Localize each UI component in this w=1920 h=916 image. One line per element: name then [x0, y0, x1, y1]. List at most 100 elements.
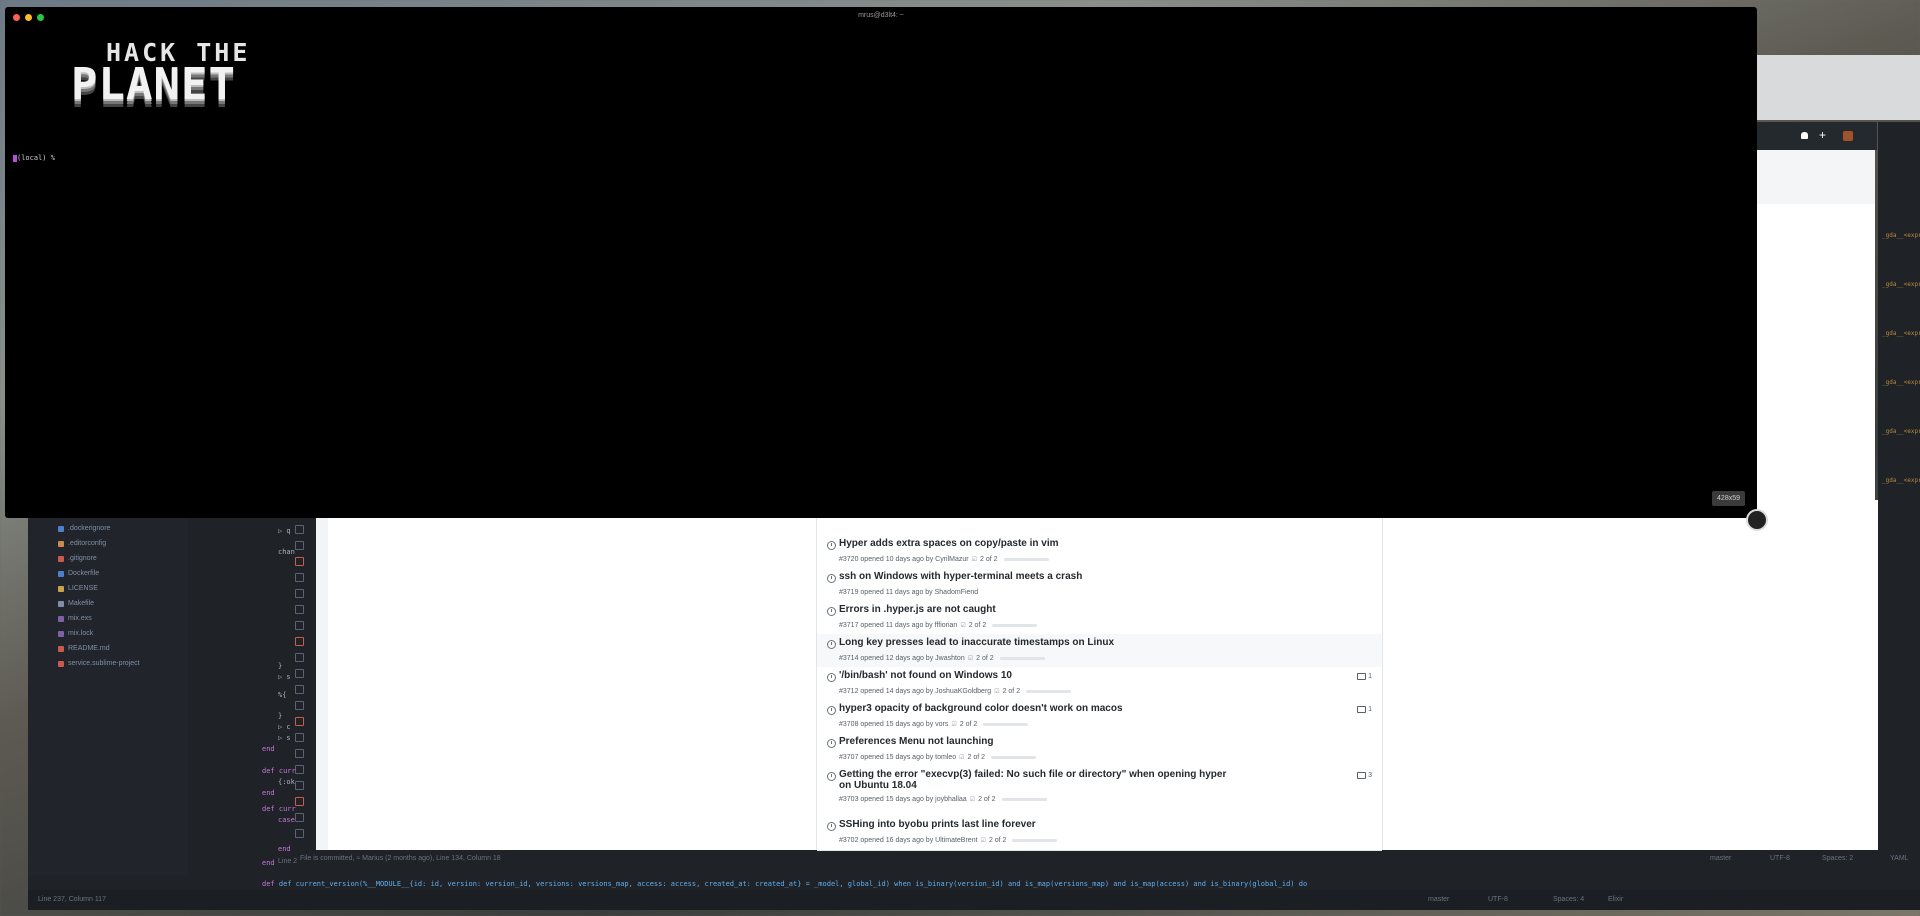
issue-title[interactable]: Long key presses lead to inaccurate time…: [839, 637, 1239, 648]
issue-row[interactable]: Errors in .hyper.js are not caught #3717 …: [817, 601, 1382, 635]
file-name: .dockerignore: [68, 525, 111, 532]
issue-title[interactable]: Hyper adds extra spaces on copy/paste in…: [839, 538, 1239, 549]
comment-count-text: 3: [1368, 772, 1372, 779]
task-progress: 2 of 2: [1002, 688, 1021, 695]
file-tree-item[interactable]: mix.exs: [58, 615, 92, 622]
bell-icon[interactable]: [1801, 132, 1808, 139]
file-tree-item[interactable]: Dockerfile: [58, 570, 99, 577]
issue-meta: #3717 opened 11 days ago by fffiorian ☑ 2 …: [839, 622, 1038, 629]
commit-branch[interactable]: master: [1710, 855, 1731, 862]
issue-row[interactable]: '/bin/bash' not found on Windows 10 #3712…: [817, 667, 1382, 701]
right-editor-pane: _gda__<expr _gda__<expr _gda__<expr _gda__<…: [1878, 122, 1920, 707]
code-snippet: _gda__<expr: [1882, 330, 1920, 337]
issue-row[interactable]: hyper3 opacity of background color doesn…: [817, 700, 1382, 734]
issue-title[interactable]: Preferences Menu not launching: [839, 736, 1239, 747]
file-name: .gitignore: [68, 555, 97, 562]
commit-spaces[interactable]: Spaces: 2: [1822, 855, 1853, 862]
issue-row[interactable]: ssh on Windows with hyper-terminal meets…: [817, 568, 1382, 602]
code-snippet: _gda__<expr: [1882, 477, 1920, 484]
gutter-marker-icon: [295, 733, 304, 742]
gutter-marker-icon: [295, 813, 304, 822]
file-icon: [58, 615, 64, 622]
file-tree-item[interactable]: Makefile: [58, 600, 94, 607]
comment-count[interactable]: 1: [1357, 706, 1372, 713]
issue-row[interactable]: Hyper adds extra spaces on copy/paste in…: [817, 535, 1382, 569]
task-progress-bar: [1003, 558, 1049, 561]
prompt-text: (local) %: [17, 154, 55, 162]
gutter-marker-icon: [295, 589, 304, 598]
issue-title[interactable]: hyper3 opacity of background color doesn…: [839, 703, 1239, 714]
github-subheader: [1757, 150, 1875, 204]
file-icon: [58, 555, 64, 562]
ascii-banner: HACK THE PLANET: [71, 40, 250, 107]
checklist-icon: ☑: [951, 722, 957, 728]
avatar[interactable]: [1843, 131, 1853, 141]
status-spaces[interactable]: Spaces: 4: [1553, 896, 1584, 903]
code-line: case: [278, 816, 295, 824]
gutter-marker-icon: [295, 621, 304, 630]
issue-title[interactable]: Errors in .hyper.js are not caught: [839, 604, 1239, 615]
issue-meta-text: #3719 opened 11 days ago by ShadomFiend: [839, 589, 979, 596]
comment-icon: [1357, 673, 1367, 680]
plus-icon[interactable]: +: [1819, 128, 1826, 142]
def-line-text: def current_version(%__MODULE__{id: id, …: [278, 880, 1308, 888]
commit-encoding[interactable]: UTF-8: [1770, 855, 1790, 862]
terminal-window[interactable]: mrus@d3lt4: ~ HACK THE PLANET (local) % …: [5, 7, 1757, 518]
code-line: def curr: [262, 767, 296, 775]
issue-open-icon: [827, 607, 836, 616]
file-name: Makefile: [68, 600, 95, 607]
issue-open-icon: [827, 822, 836, 831]
gutter-marker-icon: [295, 765, 304, 774]
issue-title[interactable]: '/bin/bash' not found on Windows 10: [839, 670, 1239, 681]
issue-row[interactable]: Long key presses lead to inaccurate time…: [817, 634, 1382, 668]
issue-row[interactable]: SSHing into byobu prints last line forev…: [817, 816, 1382, 851]
comment-icon: [1357, 772, 1367, 779]
gutter-marker-icon: [295, 685, 304, 694]
file-tree-item[interactable]: LICENSE: [58, 585, 98, 592]
browser-left-edge: [316, 500, 328, 850]
comment-count[interactable]: 3: [1357, 772, 1372, 779]
gutter-marker-icon: [295, 541, 304, 550]
file-icon: [58, 645, 64, 652]
terminal-size-badge: 428x59: [1712, 491, 1745, 506]
file-tree-item[interactable]: .dockerignore: [58, 525, 110, 532]
task-progress: 2 of 2: [968, 622, 987, 629]
checklist-icon: ☑: [971, 557, 977, 563]
code-snippet: _gda__<expr: [1882, 379, 1920, 386]
file-tree-item[interactable]: .editorconfig: [58, 540, 106, 547]
gutter-marker-icon: [295, 717, 304, 726]
issue-row[interactable]: Preferences Menu not launching #3707 open…: [817, 733, 1382, 767]
file-tree-item[interactable]: .gitignore: [58, 555, 97, 562]
code-snippet: _gda__<expr: [1882, 281, 1920, 288]
status-encoding[interactable]: UTF-8: [1488, 896, 1508, 903]
code-snippet: _gda__<expr: [1882, 232, 1920, 239]
commit-syntax[interactable]: YAML: [1890, 855, 1909, 862]
file-tree-item[interactable]: service.sublime-project: [58, 660, 140, 667]
comment-count[interactable]: 1: [1357, 673, 1372, 680]
file-tree-item[interactable]: README.md: [58, 645, 110, 652]
task-progress-bar: [991, 756, 1037, 759]
file-name: service.sublime-project: [68, 660, 140, 667]
checklist-icon: ☑: [960, 623, 966, 629]
gutter-marker-icon: [295, 829, 304, 838]
file-tree-item[interactable]: mix.lock: [58, 630, 93, 637]
gutter-marker-icon: [295, 669, 304, 678]
issue-title[interactable]: SSHing into byobu prints last line forev…: [839, 819, 1239, 830]
issue-title[interactable]: ssh on Windows with hyper-terminal meets…: [839, 571, 1239, 582]
issue-open-icon: [827, 706, 836, 715]
task-progress-bar: [1001, 798, 1047, 801]
terminal-title: mrus@d3lt4: ~: [858, 12, 904, 19]
task-progress: 2 of 2: [978, 796, 996, 803]
gutter-marker-icon: [295, 605, 304, 614]
issue-title[interactable]: Getting the error "execvp(3) failed: No …: [839, 769, 1239, 791]
issue-meta: #3719 opened 11 days ago by ShadomFiend: [839, 589, 978, 596]
task-progress-bar: [983, 723, 1029, 726]
terminal-titlebar[interactable]: mrus@d3lt4: ~: [5, 7, 1757, 25]
status-branch[interactable]: master: [1428, 896, 1449, 903]
code-line: end: [262, 789, 275, 797]
file-name: mix.exs: [68, 615, 92, 622]
status-syntax[interactable]: Elixir: [1608, 896, 1623, 903]
shell-prompt[interactable]: (local) %: [13, 154, 55, 162]
code-line: {:ok: [278, 778, 295, 786]
issue-row[interactable]: Getting the error "execvp(3) failed: No …: [817, 766, 1382, 817]
